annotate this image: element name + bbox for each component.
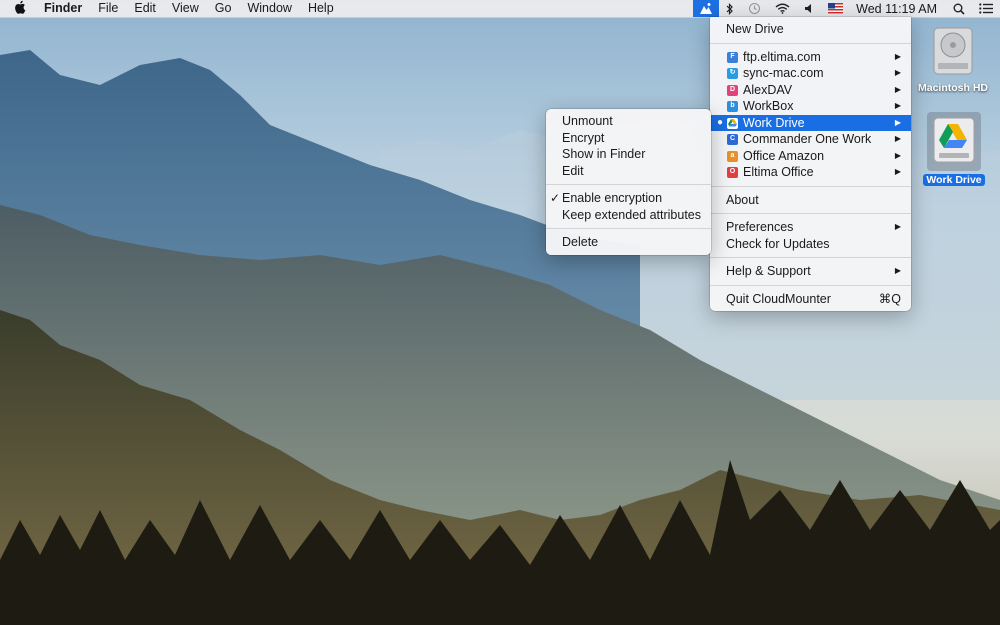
drive-item-workbox[interactable]: b WorkBox ▶	[710, 98, 911, 115]
preferences-label: Preferences	[726, 220, 794, 234]
edit-label: Edit	[562, 163, 584, 178]
time-machine-icon[interactable]	[741, 0, 768, 17]
separator	[710, 185, 911, 187]
chevron-right-icon: ▶	[894, 101, 901, 110]
drive-item-sync[interactable]: ↻ sync-mac.com ▶	[710, 65, 911, 82]
menu-view[interactable]: View	[164, 0, 207, 17]
separator	[710, 284, 911, 286]
enable-encryption-label: Enable encryption	[562, 191, 663, 205]
work-drive-label: Work Drive	[923, 174, 985, 186]
separator	[546, 228, 711, 229]
quit-label: Quit CloudMounter	[726, 291, 831, 306]
new-drive-label: New Drive	[726, 22, 784, 36]
chevron-right-icon: ▶	[894, 51, 901, 61]
hard-drive-icon	[933, 27, 973, 75]
drive-label: AlexDAV	[743, 82, 793, 97]
desktop-icon-work-drive[interactable]: Work Drive	[920, 112, 988, 186]
quit-shortcut: ⌘Q	[878, 291, 901, 306]
drive-item-ftp[interactable]: F ftp.eltima.com ▶	[710, 49, 911, 66]
unmount-item[interactable]: Unmount	[546, 113, 711, 130]
menu-edit[interactable]: Edit	[126, 0, 164, 17]
help-support-item[interactable]: Help & Support ▶	[710, 263, 911, 280]
desktop-icon-macintosh-hd[interactable]: Macintosh HD	[912, 26, 994, 94]
commander-one-icon: C	[727, 134, 738, 145]
drive-label: sync-mac.com	[743, 66, 824, 80]
sync-icon: ↻	[727, 68, 738, 79]
drive-item-commander-one[interactable]: C Commander One Work ▶	[710, 131, 911, 148]
chevron-right-icon: ▶	[894, 117, 901, 127]
show-in-finder-item[interactable]: Show in Finder	[546, 146, 711, 163]
unmount-label: Unmount	[562, 114, 613, 128]
menu-help[interactable]: Help	[300, 0, 342, 17]
menu-go[interactable]: Go	[207, 0, 240, 17]
us-flag-icon[interactable]	[821, 0, 850, 17]
menu-bar: Finder File Edit View Go Window Help Wed…	[0, 0, 1000, 18]
drive-item-work-drive[interactable]: ● Work Drive ▶	[710, 114, 911, 131]
quit-item[interactable]: Quit CloudMounter ⌘Q	[710, 291, 911, 308]
drive-item-eltima-office[interactable]: O Eltima Office ▶	[710, 164, 911, 181]
preferences-item[interactable]: Preferences ▶	[710, 219, 911, 236]
drive-label: Eltima Office	[743, 165, 814, 179]
box-icon: b	[727, 101, 738, 112]
help-support-label: Help & Support	[726, 264, 811, 278]
check-updates-item[interactable]: Check for Updates	[710, 236, 911, 253]
drive-label: WorkBox	[743, 99, 794, 113]
webdav-icon: D	[727, 84, 738, 96]
list-icon[interactable]	[972, 0, 1000, 17]
active-bullet-icon: ●	[717, 116, 724, 128]
separator	[546, 184, 711, 185]
macintosh-hd-label: Macintosh HD	[917, 82, 988, 94]
search-icon[interactable]	[946, 0, 972, 17]
drive-label: Office Amazon	[743, 148, 825, 163]
ftp-icon: F	[727, 51, 738, 63]
chevron-right-icon: ▶	[894, 68, 901, 77]
edit-item[interactable]: Edit	[546, 163, 711, 180]
volume-icon[interactable]	[797, 0, 821, 17]
show-in-finder-label: Show in Finder	[562, 147, 646, 161]
chevron-right-icon: ▶	[894, 84, 901, 94]
separator	[710, 213, 911, 214]
separator	[710, 42, 911, 44]
encrypt-label: Encrypt	[562, 130, 605, 145]
drive-label: ftp.eltima.com	[743, 49, 821, 64]
drive-item-office-amazon[interactable]: a Office Amazon ▶	[710, 148, 911, 165]
checkmark-icon: ✓	[550, 191, 561, 205]
menubar-clock[interactable]: Wed 11:19 AM	[850, 2, 946, 16]
drive-item-alexdav[interactable]: D AlexDAV ▶	[710, 82, 911, 99]
new-drive-item[interactable]: New Drive	[710, 21, 911, 38]
chevron-right-icon: ▶	[894, 150, 901, 160]
bluetooth-icon[interactable]	[719, 0, 741, 17]
drive-label: Work Drive	[743, 115, 805, 130]
work-drive-icon-frame	[927, 112, 981, 171]
about-item[interactable]: About	[710, 192, 911, 209]
check-updates-label: Check for Updates	[726, 236, 830, 251]
chevron-right-icon: ▶	[894, 134, 901, 143]
office-icon: O	[727, 167, 738, 178]
encrypt-item[interactable]: Encrypt	[546, 130, 711, 147]
google-drive-icon	[727, 117, 738, 129]
delete-label: Delete	[562, 235, 599, 249]
enable-encryption-item[interactable]: ✓ Enable encryption	[546, 190, 711, 207]
wifi-icon[interactable]	[768, 0, 797, 17]
menu-finder[interactable]: Finder	[36, 0, 90, 17]
separator	[710, 257, 911, 258]
google-drive-disk-icon	[933, 117, 975, 163]
chevron-right-icon: ▶	[894, 266, 901, 275]
keep-extended-attributes-item[interactable]: Keep extended attributes	[546, 207, 711, 224]
menu-file[interactable]: File	[90, 0, 126, 17]
work-drive-submenu: Unmount Encrypt Show in Finder Edit ✓ En…	[546, 109, 711, 255]
cloudmounter-menu: New Drive F ftp.eltima.com ▶ ↻ sync-mac.…	[710, 17, 911, 311]
keep-extended-label: Keep extended attributes	[562, 207, 701, 222]
about-label: About	[726, 192, 759, 207]
cloudmounter-icon[interactable]	[693, 0, 720, 17]
menu-window[interactable]: Window	[239, 0, 299, 17]
delete-item[interactable]: Delete	[546, 234, 711, 251]
chevron-right-icon: ▶	[894, 167, 901, 176]
apple-icon[interactable]	[0, 0, 36, 17]
drive-label: Commander One Work	[743, 132, 872, 146]
chevron-right-icon: ▶	[894, 222, 901, 231]
amazon-s3-icon: a	[727, 150, 738, 162]
